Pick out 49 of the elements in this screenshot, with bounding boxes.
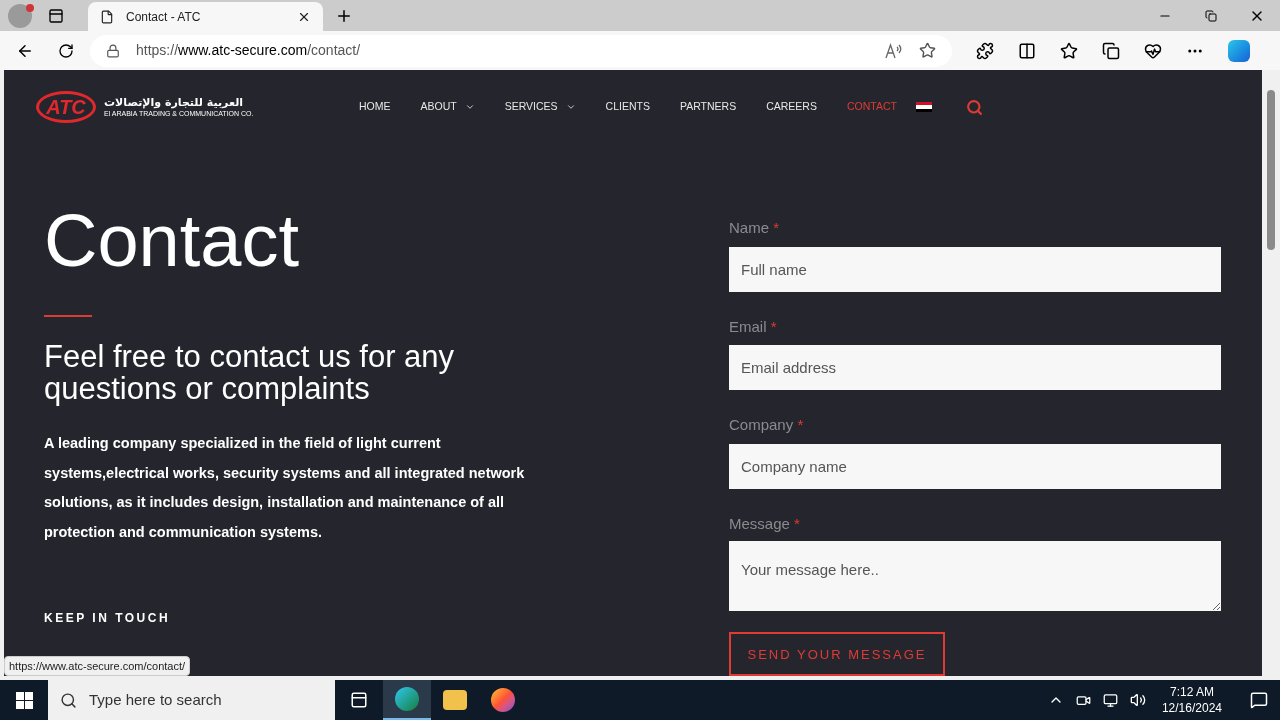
nav-link[interactable]: PARTNERS [679, 99, 737, 115]
page-title: Contact [44, 199, 300, 283]
volume-icon[interactable] [1129, 692, 1146, 708]
nav-link[interactable]: CAREERS [766, 99, 817, 115]
edge-icon[interactable] [383, 680, 431, 720]
status-url-tooltip: https://www.atc-secure.com/contact/ [4, 656, 191, 676]
copilot-icon[interactable] [1228, 39, 1250, 62]
nav-link[interactable]: SERVICES [504, 99, 576, 115]
input-field[interactable]: Email address [729, 345, 1221, 390]
health-icon[interactable] [1144, 41, 1162, 60]
network-icon[interactable] [1102, 692, 1118, 708]
field-label: Email * [729, 316, 778, 337]
description: A leading company specialized in the field of light current systems,electrical works, security systems and all integrated network solutions, as it includes design, installation and maintenance of all protection and communication systems. [44, 434, 526, 542]
restore-icon[interactable] [1205, 9, 1217, 22]
browser-tab[interactable]: Contact - ATC [88, 2, 323, 31]
field-label: Name * [729, 218, 781, 238]
nav-link[interactable]: CONTACT [846, 99, 897, 115]
url-text: https://www.atc-secure.com/contact/ [136, 41, 362, 60]
message-field[interactable]: Your message here.. [729, 541, 1221, 611]
nav-link[interactable]: ABOUT [420, 99, 475, 115]
read-aloud-icon[interactable] [885, 42, 903, 59]
input-field[interactable]: Full name [729, 246, 1221, 292]
new-tab-icon[interactable] [335, 7, 353, 25]
address-bar[interactable]: https://www.atc-secure.com/contact/ [90, 34, 952, 67]
favorite-icon[interactable] [919, 42, 936, 59]
page-icon [100, 9, 114, 24]
search-icon[interactable] [965, 98, 983, 116]
notifications-icon[interactable] [1250, 691, 1268, 709]
extensions-icon[interactable] [976, 41, 994, 60]
lock-icon [106, 43, 120, 58]
refresh-icon[interactable] [58, 42, 74, 59]
search-icon [60, 691, 77, 709]
clock[interactable]: 7:12 AM 12/16/2024 [1161, 684, 1222, 716]
profile-icon[interactable] [8, 3, 32, 28]
logo-arabic-text: العربية للتجارة والإتصالات [104, 96, 244, 109]
input-field[interactable]: Company name [729, 443, 1221, 489]
nav-link[interactable]: HOME [359, 99, 391, 115]
field-label: Message * [729, 513, 801, 534]
section-heading: KEEP IN TOUCH [44, 610, 171, 627]
field-label: Company * [729, 415, 805, 435]
tab-actions-icon[interactable] [48, 7, 64, 24]
favorites-icon[interactable] [1060, 41, 1078, 60]
subtitle: Feel free to contact us for any questions or complaints [44, 341, 456, 405]
title-underline [44, 315, 92, 317]
nav-link[interactable]: CLIENTS [605, 99, 650, 115]
taskbar-search-field[interactable]: Type here to search [48, 680, 335, 720]
split-screen-icon[interactable] [1018, 41, 1036, 60]
collections-icon[interactable] [1102, 41, 1120, 60]
egypt-flag-icon[interactable] [915, 102, 932, 112]
